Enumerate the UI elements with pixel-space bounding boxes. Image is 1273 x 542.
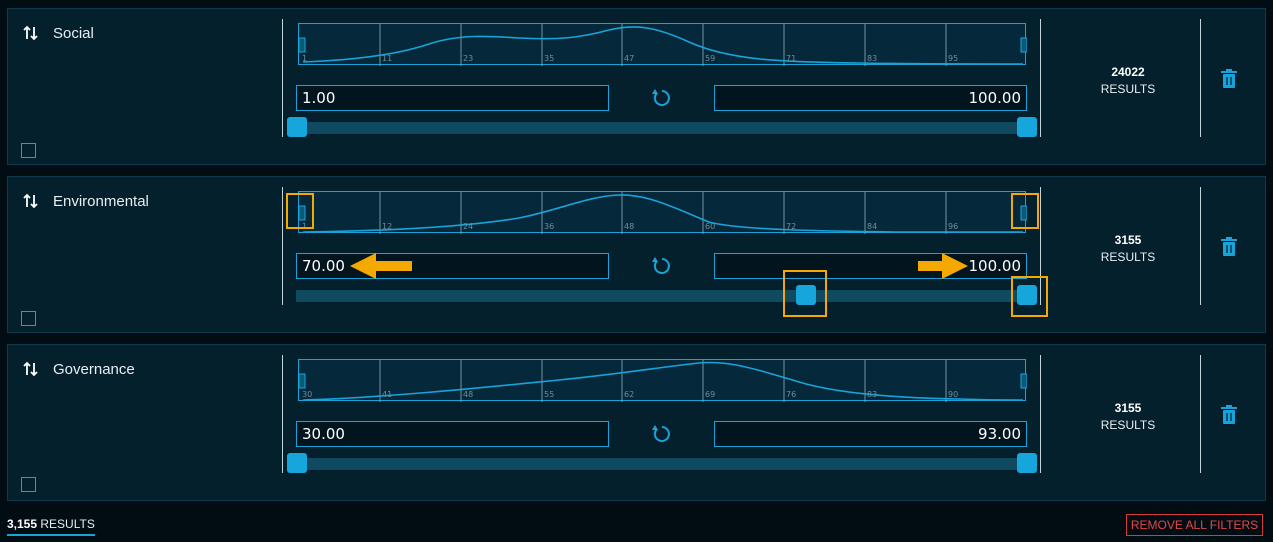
range-slider-track[interactable] [296, 458, 1036, 470]
distribution-histogram: 1 11 23 35 47 59 71 83 95 [298, 23, 1027, 66]
reset-icon[interactable] [650, 86, 674, 110]
result-count-label: RESULTS [1100, 250, 1156, 264]
left-arrow-icon [350, 253, 412, 279]
sort-arrows-icon[interactable] [23, 193, 39, 209]
min-handle-icon [299, 373, 306, 389]
range-slider-track[interactable] [296, 122, 1036, 134]
callout-max-slider-handle [1011, 276, 1048, 317]
histogram-tick: 48 [463, 390, 474, 399]
min-value-input[interactable]: 30.00 [296, 421, 609, 447]
max-handle-icon [1020, 37, 1027, 53]
filter-panel-environmental: Environmental 1 12 24 36 48 60 72 84 96 … [7, 176, 1266, 333]
callout-min-slider-handle [783, 270, 827, 317]
total-results-label: RESULTS [40, 517, 95, 531]
histogram-tick: 36 [544, 222, 555, 231]
reset-icon[interactable] [650, 422, 674, 446]
callout-max-histogram-handle [1011, 193, 1039, 229]
distribution-histogram: 30 41 48 55 62 69 76 83 90 [298, 359, 1027, 402]
histogram-tick: 48 [624, 222, 635, 231]
divider-left [282, 19, 283, 137]
histogram-tick: 47 [624, 54, 635, 63]
filter-panel-governance: Governance 30 41 48 55 62 69 76 83 90 30… [7, 344, 1266, 501]
histogram-tick: 59 [705, 54, 716, 63]
histogram-tick: 23 [463, 54, 474, 63]
right-arrow-icon [918, 253, 968, 279]
min-handle-icon [299, 37, 306, 53]
callout-min-histogram-handle [286, 193, 314, 229]
max-handle-icon [1020, 373, 1027, 389]
filter-title: Social [53, 25, 94, 42]
histogram-tick: 69 [705, 390, 716, 399]
result-count: 3155 RESULTS [1068, 401, 1188, 432]
divider-trash [1200, 355, 1201, 473]
range-slider-max-handle[interactable] [1017, 453, 1037, 473]
histogram-tick: 90 [948, 390, 959, 399]
histogram-tick: 83 [867, 390, 878, 399]
histogram-tick: 55 [544, 390, 555, 399]
histogram-tick: 76 [786, 390, 797, 399]
histogram-tick: 12 [382, 222, 393, 231]
histogram-tick: 62 [624, 390, 635, 399]
sort-arrows-icon[interactable] [23, 361, 39, 377]
histogram-tick: 41 [382, 390, 393, 399]
reset-icon[interactable] [650, 254, 674, 278]
range-slider-min-handle[interactable] [287, 117, 307, 137]
histogram-tick: 84 [867, 222, 878, 231]
histogram-tick: 96 [948, 222, 959, 231]
range-slider-track[interactable] [296, 290, 1036, 302]
range-slider-min-handle[interactable] [287, 453, 307, 473]
filter-select-checkbox[interactable] [21, 143, 36, 158]
result-count-label: RESULTS [1100, 418, 1156, 432]
filter-title: Governance [53, 361, 135, 378]
max-value-input[interactable]: 93.00 [714, 421, 1027, 447]
divider-right [1040, 19, 1041, 137]
result-count-number: 3155 [1114, 233, 1142, 247]
max-value-input[interactable]: 100.00 [714, 85, 1027, 111]
min-value-input[interactable]: 70.00 [296, 253, 609, 279]
result-count-number: 3155 [1114, 401, 1142, 415]
histogram-tick: 83 [867, 54, 878, 63]
divider-trash [1200, 187, 1201, 305]
distribution-histogram: 1 12 24 36 48 60 72 84 96 [298, 191, 1027, 234]
filter-panel-social: Social 1 11 23 35 47 59 71 83 95 1.00 10… [7, 8, 1266, 165]
min-value-input[interactable]: 1.00 [296, 85, 609, 111]
max-value-input[interactable]: 100.00 [714, 253, 1027, 279]
result-count: 24022 RESULTS [1068, 65, 1188, 96]
histogram-tick: 30 [302, 390, 313, 399]
total-results-count: 3,155 [7, 517, 38, 531]
trash-icon[interactable] [1220, 405, 1238, 425]
divider-right [1040, 355, 1041, 473]
filter-select-checkbox[interactable] [21, 311, 36, 326]
filter-select-checkbox[interactable] [21, 477, 36, 492]
histogram-tick: 1 [302, 54, 308, 63]
divider-trash [1200, 19, 1201, 137]
range-slider-max-handle[interactable] [1017, 117, 1037, 137]
histogram-tick: 24 [463, 222, 474, 231]
histogram-tick: 72 [786, 222, 797, 231]
result-count: 3155 RESULTS [1068, 233, 1188, 264]
total-results[interactable]: 3,155 RESULTS [7, 517, 95, 536]
histogram-tick: 11 [382, 54, 393, 63]
result-count-number: 24022 [1111, 65, 1145, 79]
trash-icon[interactable] [1220, 237, 1238, 257]
histogram-tick: 71 [786, 54, 797, 63]
histogram-tick: 60 [705, 222, 716, 231]
histogram-tick: 35 [544, 54, 555, 63]
trash-icon[interactable] [1220, 69, 1238, 89]
filter-title: Environmental [53, 193, 149, 210]
divider-left [282, 187, 283, 305]
result-count-label: RESULTS [1100, 82, 1156, 96]
remove-all-filters-button[interactable]: REMOVE ALL FILTERS [1126, 514, 1263, 536]
histogram-tick: 95 [948, 54, 959, 63]
divider-left [282, 355, 283, 473]
sort-arrows-icon[interactable] [23, 25, 39, 41]
